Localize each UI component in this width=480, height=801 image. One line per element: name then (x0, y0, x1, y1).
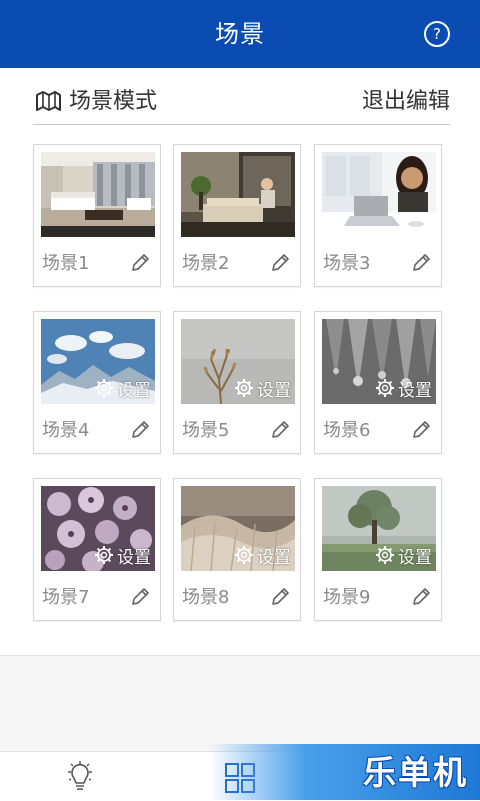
scene-label: 场景4 (42, 420, 90, 441)
settings-label: 设置 (117, 547, 151, 568)
gear-icon (376, 546, 394, 564)
scene-label: 场景9 (323, 587, 371, 608)
scene-label: 场景8 (182, 587, 230, 608)
edit-pencil-icon[interactable] (129, 252, 151, 274)
scene-card-7[interactable]: 设置 场景7 (33, 478, 161, 621)
scene-image-reed-grass[interactable]: 设置 (181, 486, 295, 571)
scene-image-water-drops[interactable]: 设置 (322, 319, 436, 404)
settings-label: 设置 (257, 547, 291, 568)
settings-label: 设置 (257, 380, 291, 401)
scene-card-8[interactable]: 设置 场景8 (173, 478, 301, 621)
scene-card-2[interactable]: 场景2 (173, 144, 301, 287)
scene-card-4[interactable]: 设置 场景4 (33, 311, 161, 454)
scene-image-purple-flowers[interactable]: 设置 (41, 486, 155, 571)
empty-panel (0, 655, 480, 752)
scene-card-5[interactable]: 设置 场景5 (173, 311, 301, 454)
edit-pencil-icon[interactable] (269, 252, 291, 274)
edit-pencil-icon[interactable] (410, 586, 432, 608)
scene-image-mountain-sky[interactable]: 设置 (41, 319, 155, 404)
scene-image-living-room[interactable] (41, 152, 155, 237)
scene-image-dry-plant[interactable]: 设置 (181, 319, 295, 404)
watermark-text: 乐单机 (363, 753, 468, 792)
scene-label: 场景2 (182, 253, 230, 274)
lightbulb-icon[interactable] (64, 760, 96, 794)
scene-settings[interactable]: 设置 (94, 376, 151, 401)
scene-image-lounge-man[interactable] (181, 152, 295, 237)
scene-label: 场景3 (323, 253, 371, 274)
scene-settings[interactable]: 设置 (234, 543, 291, 568)
edit-pencil-icon[interactable] (410, 419, 432, 441)
scene-settings[interactable]: 设置 (375, 543, 432, 568)
settings-label: 设置 (398, 380, 432, 401)
scene-label: 场景1 (42, 253, 90, 274)
watermark: 乐单机 (210, 744, 480, 800)
scene-label: 场景5 (182, 420, 230, 441)
scene-card-6[interactable]: 设置 场景6 (314, 311, 442, 454)
scene-card-9[interactable]: 设置 场景9 (314, 478, 442, 621)
edit-pencil-icon[interactable] (269, 419, 291, 441)
scene-grid: 场景1 场景2 场景3 设置 场景4 设置 场景5 设置 场景6 设置 场景7 … (0, 0, 480, 660)
scene-image-woman-laptop[interactable] (322, 152, 436, 237)
gear-icon (235, 546, 253, 564)
gear-icon (95, 546, 113, 564)
scene-card-1[interactable]: 场景1 (33, 144, 161, 287)
edit-pencil-icon[interactable] (269, 586, 291, 608)
gear-icon (376, 379, 394, 397)
gear-icon (95, 379, 113, 397)
scene-settings[interactable]: 设置 (234, 376, 291, 401)
scene-card-3[interactable]: 场景3 (314, 144, 442, 287)
scene-label: 场景6 (323, 420, 371, 441)
edit-pencil-icon[interactable] (129, 419, 151, 441)
scene-settings[interactable]: 设置 (375, 376, 432, 401)
edit-pencil-icon[interactable] (410, 252, 432, 274)
gear-icon (235, 379, 253, 397)
settings-label: 设置 (117, 380, 151, 401)
edit-pencil-icon[interactable] (129, 586, 151, 608)
scene-image-tree-field[interactable]: 设置 (322, 486, 436, 571)
settings-label: 设置 (398, 547, 432, 568)
scene-label: 场景7 (42, 587, 90, 608)
scene-settings[interactable]: 设置 (94, 543, 151, 568)
